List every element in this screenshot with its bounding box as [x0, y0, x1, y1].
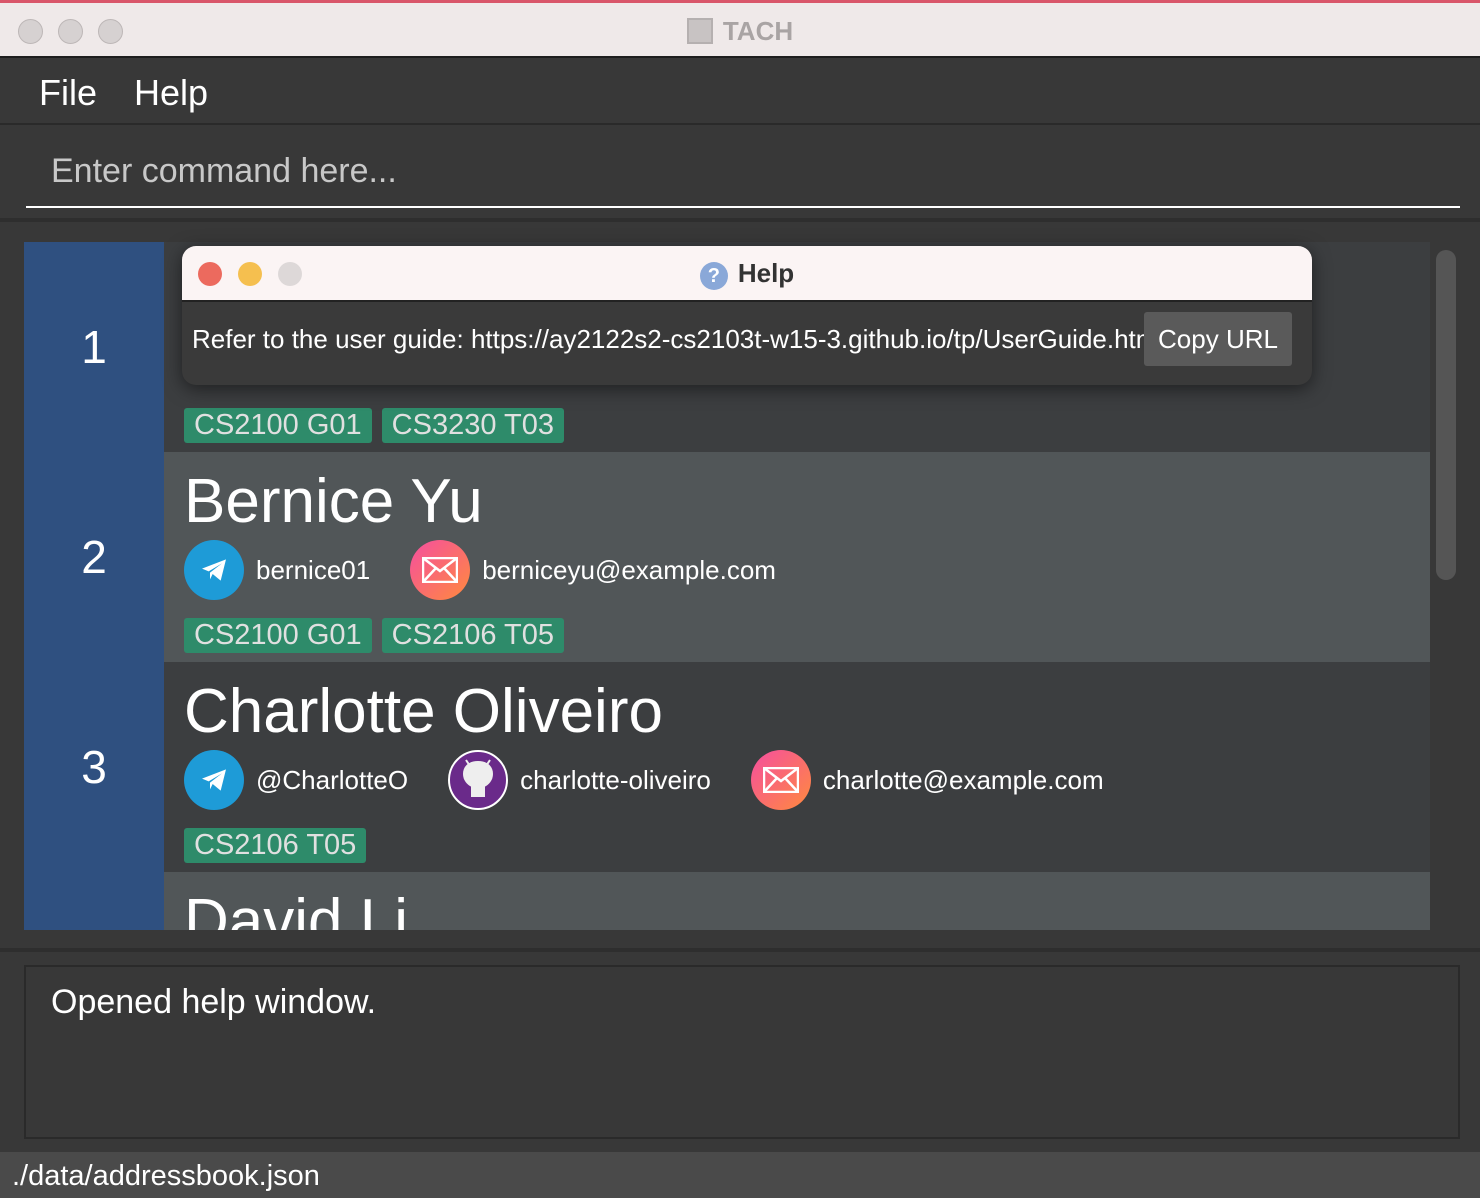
help-window: ? Help Refer to the user guide: https://a…	[182, 246, 1312, 385]
person-card[interactable]: 4 David Li	[24, 872, 1430, 930]
divider	[0, 218, 1480, 222]
tag-list: CS2100 G01 CS2106 T05	[184, 618, 574, 653]
command-input[interactable]: Enter command here...	[26, 140, 1460, 208]
contact-text: charlotte-oliveiro	[520, 764, 711, 795]
person-index: 1	[24, 242, 164, 452]
contact-list: bernice01 berniceyu@example.com	[184, 540, 816, 600]
person-name: Bernice Yu	[184, 467, 483, 536]
contact-text: bernice01	[256, 554, 371, 585]
copy-url-button[interactable]: Copy URL	[1144, 312, 1292, 366]
tag: CS3230 T03	[381, 408, 564, 443]
person-details: Bernice Yu bernice01 berniceyu@example.co…	[164, 452, 1430, 662]
tag-list: CS2106 T05	[184, 828, 376, 863]
tag: CS2106 T05	[381, 618, 564, 653]
menu-help[interactable]: Help	[134, 72, 208, 114]
contact-telegram[interactable]: bernice01	[184, 540, 370, 600]
result-display: Opened help window.	[24, 965, 1460, 1139]
status-bar: ./data/addressbook.json	[0, 1152, 1480, 1198]
person-name: David Li	[184, 887, 408, 930]
tag-list: CS2100 G01 CS3230 T03	[184, 408, 574, 443]
divider	[0, 948, 1480, 952]
question-icon: ?	[699, 262, 728, 290]
email-icon	[410, 540, 471, 600]
contact-telegram[interactable]: @CharlotteO	[184, 750, 408, 810]
contact-github[interactable]: charlotte-oliveiro	[448, 750, 711, 810]
tag: CS2100 G01	[184, 408, 372, 443]
scrollbar[interactable]	[1436, 250, 1456, 580]
contact-text: berniceyu@example.com	[482, 554, 776, 585]
contact-email[interactable]: berniceyu@example.com	[410, 540, 776, 600]
window-title: TACH	[722, 16, 794, 46]
menu-file[interactable]: File	[39, 72, 97, 114]
contact-email[interactable]: charlotte@example.com	[750, 750, 1104, 810]
person-details: David Li	[164, 872, 1430, 930]
github-icon	[448, 750, 509, 810]
contact-text: charlotte@example.com	[822, 764, 1104, 795]
email-icon	[750, 750, 811, 810]
person-details: Charlotte Oliveiro @CharlotteO charlotte-…	[164, 662, 1430, 872]
person-index: 4	[24, 872, 164, 930]
person-index: 2	[24, 452, 164, 662]
help-title: Help	[737, 258, 795, 288]
contact-text: @CharlotteO	[256, 764, 409, 795]
menu-bar: File Help	[0, 58, 1480, 125]
telegram-icon	[184, 540, 244, 600]
title-bar: TACH	[0, 0, 1480, 58]
telegram-icon	[184, 750, 244, 810]
tag: CS2106 T05	[184, 828, 367, 863]
person-card[interactable]: 3 Charlotte Oliveiro @CharlotteO charlott…	[24, 662, 1430, 872]
help-message: Refer to the user guide: https://ay2122s…	[192, 324, 1164, 354]
tag: CS2100 G01	[184, 618, 372, 653]
person-name: Charlotte Oliveiro	[184, 677, 663, 746]
person-index: 3	[24, 662, 164, 872]
app-icon	[686, 18, 713, 44]
person-card[interactable]: 2 Bernice Yu bernice01 berniceyu@example.…	[24, 452, 1430, 662]
contact-list: @CharlotteO charlotte-oliveiro charlotte@e…	[184, 750, 1144, 810]
